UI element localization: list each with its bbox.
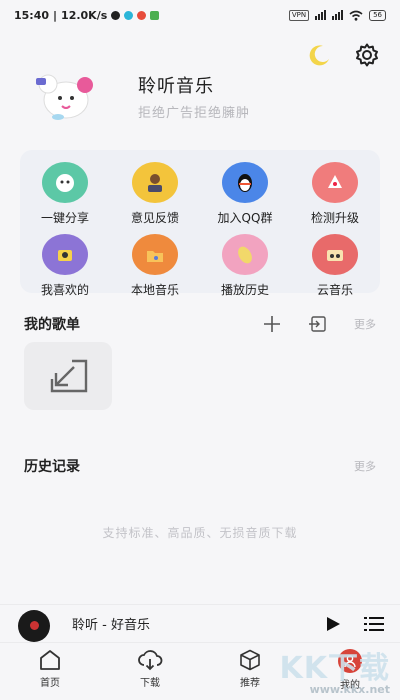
history-icon (222, 234, 268, 275)
vpn-icon: VPN (288, 9, 310, 21)
box-icon (240, 649, 260, 671)
grid-item-local-music[interactable]: 本地音乐 (110, 234, 200, 298)
home-icon (40, 650, 60, 670)
nav-home[interactable]: 首页 (0, 643, 100, 700)
history-title: 历史记录 (24, 459, 80, 475)
watermark-text: KK下载 (279, 651, 390, 686)
watermark: KK下载 www.kkx.net (280, 643, 391, 696)
grid-item-play-history[interactable]: 播放历史 (200, 234, 290, 298)
night-mode-icon[interactable] (306, 42, 332, 68)
nav-label: 下载 (140, 678, 160, 689)
download-icon (138, 650, 163, 671)
favorite-icon (42, 234, 88, 275)
history-more-link[interactable]: 更多 (354, 458, 376, 474)
grid-label: 检测升级 (310, 211, 359, 225)
app-notification-icon (124, 10, 134, 20)
profile-header[interactable]: 聆听音乐 拒绝广告拒绝臃肿 (28, 68, 250, 124)
import-playlist-tile[interactable] (24, 342, 112, 410)
my-playlists-header: 我的歌单 更多 (24, 314, 376, 334)
grid-item-qq-group[interactable]: 加入QQ群 (200, 162, 290, 226)
share-icon (42, 162, 88, 203)
battery-icon: 56 (369, 9, 386, 21)
settings-icon[interactable] (354, 42, 380, 68)
profile-name: 聆听音乐 (138, 75, 214, 97)
grid-item-share[interactable]: 一键分享 (20, 162, 110, 226)
feedback-icon (132, 162, 178, 203)
grid-label: 播放历史 (220, 283, 269, 297)
play-icon[interactable] (324, 615, 342, 633)
import-icon (50, 359, 88, 393)
message-icon (150, 10, 160, 20)
grid-item-favorites[interactable]: 我喜欢的 (20, 234, 110, 298)
playlist-icon[interactable] (364, 615, 384, 633)
grid-label: 一键分享 (40, 211, 89, 225)
profile-slogan: 拒绝广告拒绝臃肿 (138, 105, 251, 121)
grid-item-upgrade[interactable]: 检测升级 (290, 162, 380, 226)
nav-label: 首页 (40, 678, 60, 689)
status-bar: 15:40 | 12.0K/s VPN 56 (0, 0, 400, 30)
grid-label: 云音乐 (316, 283, 353, 297)
status-time: 15:40 (14, 8, 50, 22)
history-empty-hint: 支持标准、高品质、无损音质下载 (102, 526, 298, 540)
add-playlist-icon[interactable] (262, 314, 282, 334)
grid-label: 加入QQ群 (217, 211, 273, 225)
weibo-icon (137, 10, 147, 20)
grid-item-feedback[interactable]: 意见反馈 (110, 162, 200, 226)
import-playlist-icon[interactable] (308, 314, 328, 334)
local-music-icon (132, 234, 178, 275)
signal-icon-2 (332, 10, 344, 20)
avatar[interactable] (28, 68, 104, 124)
signal-icon (315, 10, 327, 20)
notification-icon (111, 10, 121, 20)
status-speed: 12.0K/s (61, 8, 108, 22)
my-playlists-more-link[interactable]: 更多 (354, 316, 376, 332)
grid-item-cloud-music[interactable]: 云音乐 (290, 234, 380, 298)
upgrade-icon (312, 162, 358, 203)
qq-icon (222, 162, 268, 203)
mini-player[interactable]: 聆听 - 好音乐 (0, 604, 400, 642)
grid-label: 我喜欢的 (40, 283, 89, 297)
album-disc-icon[interactable] (18, 609, 50, 642)
nav-label: 推荐 (240, 678, 260, 689)
history-header: 历史记录 更多 (24, 456, 376, 476)
function-grid-card: 一键分享 意见反馈 加入QQ群 检测升级 我喜欢的 本地音乐 播放历史 云音乐 (20, 150, 380, 297)
grid-label: 本地音乐 (130, 283, 179, 297)
nav-download[interactable]: 下载 (100, 643, 200, 700)
cloud-music-icon (312, 234, 358, 275)
grid-label: 意见反馈 (130, 211, 179, 225)
now-playing-title[interactable]: 聆听 - 好音乐 (72, 614, 150, 633)
my-playlists-title: 我的歌单 (24, 317, 80, 333)
wifi-icon (349, 10, 363, 21)
